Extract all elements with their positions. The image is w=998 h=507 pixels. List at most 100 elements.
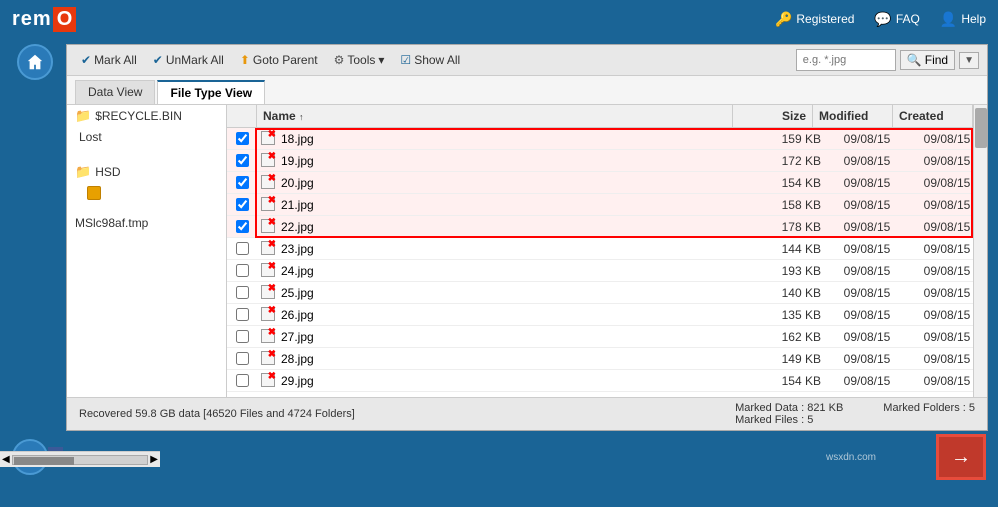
file-name-text: 22.jpg bbox=[281, 220, 314, 234]
file-type-icon: ✖ bbox=[261, 307, 277, 323]
top-nav: 🔑 Registered 💬 FAQ 👤 Help bbox=[775, 11, 986, 28]
checkbox-cell bbox=[227, 198, 257, 211]
checkbox-cell bbox=[227, 308, 257, 321]
check-icon: ✔ bbox=[81, 53, 91, 67]
checkbox-cell bbox=[227, 176, 257, 189]
file-checkbox[interactable] bbox=[236, 198, 249, 211]
file-size: 193 KB bbox=[747, 262, 827, 280]
table-row: ✖23.jpg144 KB09/08/1509/08/15 bbox=[227, 238, 987, 260]
checkbox-cell bbox=[227, 220, 257, 233]
tree-item-file1[interactable] bbox=[67, 183, 226, 203]
home-icon bbox=[26, 53, 44, 71]
file-checkbox[interactable] bbox=[236, 132, 249, 145]
file-checkbox[interactable] bbox=[236, 330, 249, 343]
file-name-cell: ✖22.jpg bbox=[257, 217, 747, 237]
file-name-cell: ✖20.jpg bbox=[257, 173, 747, 193]
file-checkbox[interactable] bbox=[236, 374, 249, 387]
file-name-text: 18.jpg bbox=[281, 132, 314, 146]
help-item[interactable]: 👤 Help bbox=[940, 11, 986, 28]
status-marked-data: Marked Data : 821 KB Marked Files : 5 bbox=[735, 402, 843, 426]
home-button[interactable] bbox=[17, 44, 53, 80]
file-type-icon: ✖ bbox=[261, 197, 277, 213]
find-button[interactable]: 🔍 Find bbox=[900, 50, 955, 70]
file-type-icon: ✖ bbox=[261, 131, 277, 147]
file-browser: 📁 $RECYCLE.BIN Lost 📁 HSD MSlc98af.t bbox=[67, 105, 987, 397]
file-name-text: 25.jpg bbox=[281, 286, 314, 300]
tree-item-lost[interactable]: Lost bbox=[67, 127, 226, 147]
tree-item-hsd[interactable]: 📁 HSD bbox=[67, 161, 226, 183]
help-icon: 👤 bbox=[940, 11, 957, 28]
table-row: ✖28.jpg149 KB09/08/1509/08/15 bbox=[227, 348, 987, 370]
tab-file-type-view[interactable]: File Type View bbox=[157, 80, 265, 104]
file-checkbox[interactable] bbox=[236, 308, 249, 321]
tree-separator bbox=[67, 147, 226, 161]
status-right: Marked Data : 821 KB Marked Files : 5 Ma… bbox=[735, 402, 975, 426]
col-size[interactable]: Size bbox=[733, 105, 813, 127]
tabs: Data View File Type View bbox=[67, 76, 987, 105]
registered-label: Registered bbox=[796, 12, 854, 26]
content-panel: ✔ Mark All ✔ UnMark All ⬆ Goto Parent ⚙ … bbox=[66, 44, 988, 431]
checkbox-cell bbox=[227, 352, 257, 365]
show-all-label: Show All bbox=[414, 53, 460, 67]
file-name-text: 29.jpg bbox=[281, 374, 314, 388]
file-icon-small bbox=[87, 186, 101, 200]
logo-text: rem bbox=[12, 8, 52, 31]
tools-label: Tools bbox=[347, 53, 375, 67]
vscroll-track[interactable] bbox=[973, 105, 987, 397]
checkbox-cell bbox=[227, 132, 257, 145]
toolbar: ✔ Mark All ✔ UnMark All ⬆ Goto Parent ⚙ … bbox=[67, 45, 987, 76]
table-row: ✖27.jpg162 KB09/08/1509/08/15 bbox=[227, 326, 987, 348]
faq-icon: 💬 bbox=[874, 11, 891, 28]
col-name[interactable]: Name ↑ bbox=[257, 105, 733, 127]
file-modified: 09/08/15 bbox=[827, 218, 907, 236]
file-modified: 09/08/15 bbox=[827, 262, 907, 280]
tree-item-tmp[interactable]: MSlc98af.tmp bbox=[67, 213, 226, 233]
find-label: Find bbox=[925, 53, 948, 67]
file-list-panel: Name ↑ Size Modified Created bbox=[227, 105, 987, 397]
file-modified: 09/08/15 bbox=[827, 152, 907, 170]
file-type-icon: ✖ bbox=[261, 351, 277, 367]
search-input[interactable] bbox=[796, 49, 896, 71]
next-button[interactable]: → bbox=[936, 434, 986, 480]
file-name-cell: ✖28.jpg bbox=[257, 349, 747, 369]
table-row: ✖19.jpg172 KB09/08/1509/08/15 bbox=[227, 150, 987, 172]
file-name-text: 20.jpg bbox=[281, 176, 314, 190]
show-all-button[interactable]: ☑ Show All bbox=[394, 51, 466, 69]
tree-item-recycle[interactable]: 📁 $RECYCLE.BIN bbox=[67, 105, 226, 127]
file-checkbox[interactable] bbox=[236, 154, 249, 167]
unmark-all-label: UnMark All bbox=[166, 53, 224, 67]
main-area: ✔ Mark All ✔ UnMark All ⬆ Goto Parent ⚙ … bbox=[0, 38, 998, 437]
col-modified[interactable]: Modified bbox=[813, 105, 893, 127]
registered-item[interactable]: 🔑 Registered bbox=[775, 11, 854, 28]
tree-item-label: HSD bbox=[95, 165, 120, 179]
tree-item-label: $RECYCLE.BIN bbox=[95, 109, 182, 123]
file-checkbox[interactable] bbox=[236, 264, 249, 277]
tools-dropdown-icon: ▾ bbox=[378, 53, 384, 67]
file-size: 178 KB bbox=[747, 218, 827, 236]
tab-data-view[interactable]: Data View bbox=[75, 80, 155, 104]
faq-item[interactable]: 💬 FAQ bbox=[874, 11, 919, 28]
mark-all-button[interactable]: ✔ Mark All bbox=[75, 51, 143, 69]
checkbox-cell bbox=[227, 330, 257, 343]
file-checkbox[interactable] bbox=[236, 220, 249, 233]
file-checkbox[interactable] bbox=[236, 352, 249, 365]
table-row: ✖25.jpg140 KB09/08/1509/08/15 bbox=[227, 282, 987, 304]
vscroll-thumb[interactable] bbox=[975, 108, 987, 148]
file-checkbox[interactable] bbox=[236, 242, 249, 255]
folder-icon: 📁 bbox=[75, 164, 91, 180]
table-row: ✖29.jpg154 KB09/08/1509/08/15 bbox=[227, 370, 987, 392]
col-created[interactable]: Created bbox=[893, 105, 973, 127]
goto-parent-button[interactable]: ⬆ Goto Parent bbox=[234, 51, 324, 69]
search-dropdown-arrow[interactable]: ▼ bbox=[959, 52, 979, 69]
logo: rem O bbox=[12, 7, 76, 32]
search-box: 🔍 Find ▼ bbox=[796, 49, 979, 71]
file-size: 135 KB bbox=[747, 306, 827, 324]
file-checkbox[interactable] bbox=[236, 286, 249, 299]
file-checkbox[interactable] bbox=[236, 176, 249, 189]
gear-icon: ⚙ bbox=[334, 53, 345, 67]
unmark-all-button[interactable]: ✔ UnMark All bbox=[147, 51, 230, 69]
table-row: ✖18.jpg159 KB09/08/1509/08/15 bbox=[227, 128, 987, 150]
tools-button[interactable]: ⚙ Tools ▾ bbox=[328, 51, 391, 69]
column-headers: Name ↑ Size Modified Created bbox=[227, 105, 987, 128]
tree-panel: 📁 $RECYCLE.BIN Lost 📁 HSD MSlc98af.t bbox=[67, 105, 227, 397]
